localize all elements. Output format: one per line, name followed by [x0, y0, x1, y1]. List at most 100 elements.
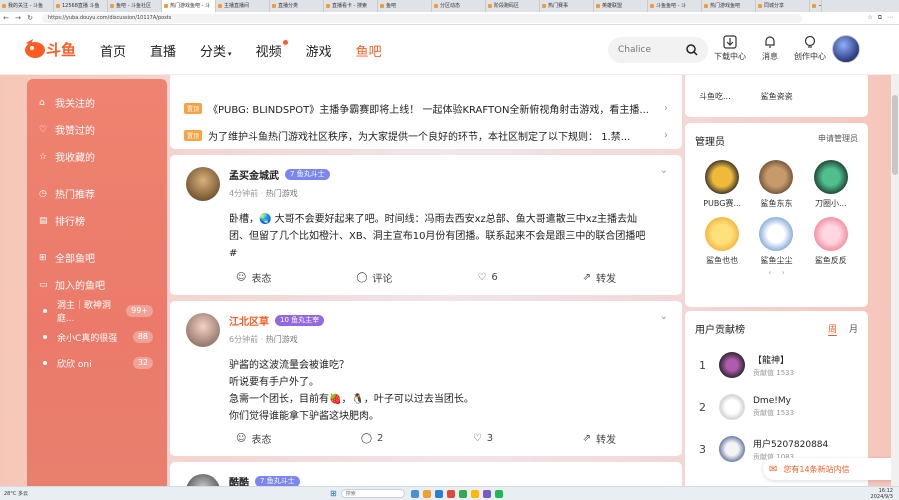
nav-category[interactable]: 分类 ▾	[200, 41, 232, 60]
messages-button[interactable]: 消息	[754, 35, 786, 62]
app-icon[interactable]	[470, 489, 479, 498]
weather-widget[interactable]: 28°C 多云	[0, 490, 80, 497]
system-tray[interactable]: 16:12 2024/9/3	[871, 488, 899, 500]
joined-club-item[interactable]: 余小C真的很强 88	[27, 324, 167, 350]
browser-tab[interactable]: 我的关注 - 斗鱼	[0, 0, 54, 12]
avatar[interactable]	[186, 313, 220, 347]
app-icon[interactable]	[458, 489, 467, 498]
nav-live[interactable]: 直播	[150, 41, 176, 60]
like-button[interactable]: ♡ 6	[477, 270, 497, 285]
user-avatar[interactable]	[832, 35, 860, 63]
browser-tab[interactable]: 阶段跑码区	[486, 0, 540, 12]
back-icon[interactable]: ←	[0, 14, 12, 22]
forward-icon[interactable]: →	[12, 14, 24, 22]
club-member[interactable]: 鲨鱼瓷瓷	[761, 91, 793, 102]
nav-home[interactable]: 首页	[100, 41, 126, 60]
comment-button[interactable]: ◯ 2	[361, 431, 384, 446]
rank-row[interactable]: 1 【龍神】 贡献值 1533	[695, 344, 858, 386]
browser-tab[interactable]: 英雄联盟	[594, 0, 648, 12]
browser-tab[interactable]: 鱼吧 - 斗鱼社区	[108, 0, 162, 12]
browser-tab[interactable]: 12568直播 斗鱼	[54, 0, 108, 12]
browser-tab[interactable]: 同城分享	[756, 0, 810, 12]
club-member[interactable]: 斗鱼吃...	[699, 91, 731, 102]
post-content[interactable]: 卧槽，🌏 大哥不会要好起来了吧。时间线：冯雨去西安xz总部、鱼大哥遣散三中xz主…	[229, 211, 668, 262]
creator-center-button[interactable]: 创作中心	[794, 35, 826, 62]
sidebar-item-all-clubs[interactable]: ⊞ 全部鱼吧	[27, 244, 167, 271]
tab-month[interactable]: 月	[849, 322, 858, 335]
sidebar-item-hot[interactable]: ◷ 热门推荐	[27, 180, 167, 207]
admin-item[interactable]: 鲨鱼东东	[749, 160, 803, 209]
post-content[interactable]: 驴酱的这波流量会被谁吃？ 听说要有手户外了。 急需一个团长，目前有🍓，🐧，叶子可…	[229, 357, 668, 425]
browser-tab[interactable]: 主播直播间	[216, 0, 270, 12]
admin-item[interactable]: 鲨鱼也也	[695, 217, 749, 266]
browser-tab[interactable]: 直播看卡 - 搜索	[324, 0, 378, 12]
react-button[interactable]: ☺ 表态	[236, 270, 271, 285]
username[interactable]: 江北区草	[229, 313, 269, 328]
rank-row[interactable]: 2 Dme!My 贡献值 1533	[695, 386, 858, 428]
menu-icon[interactable]: ⋯	[887, 14, 893, 22]
joined-club-item[interactable]: 洞主｜歌神洞庭... 99+	[27, 298, 167, 324]
browser-tab[interactable]: 分区动态	[432, 0, 486, 12]
apply-admin-link[interactable]: 申请管理员	[818, 133, 858, 148]
sidebar-item-following[interactable]: ⌂ 我关注的	[27, 89, 167, 116]
tab-week[interactable]: 周	[827, 322, 837, 336]
sidebar-item-liked[interactable]: ♡ 我赞过的	[27, 116, 167, 143]
joined-club-item[interactable]: 欣欣 oni 32	[27, 350, 167, 376]
new-message-notice[interactable]: ✉ 您有14条新站内信	[763, 458, 899, 480]
search-icon[interactable]	[686, 44, 698, 56]
post-section[interactable]: 热门游戏	[266, 335, 298, 344]
post-card[interactable]: 酷酷 7 鱼丸斗士	[170, 462, 682, 486]
post-card[interactable]: ⌄ 江北区草 10 鱼丸主宰 6分钟前 · 热门游戏 驴酱的这波流量会被谁吃？ 听…	[170, 301, 682, 456]
admin-item[interactable]: PUBG赛...	[695, 160, 749, 209]
app-icon[interactable]	[434, 489, 443, 498]
app-icon[interactable]	[494, 489, 503, 498]
scrollbar[interactable]	[891, 75, 899, 486]
chevron-left-icon[interactable]: ‹	[768, 268, 771, 277]
app-icon[interactable]	[446, 489, 455, 498]
new-tab-button[interactable]: +	[810, 0, 822, 12]
share-button[interactable]: ⇗ 转发	[583, 431, 616, 446]
nav-video[interactable]: 视频	[256, 40, 288, 60]
taskbar-search[interactable]: 搜索	[340, 489, 405, 498]
pinned-notice[interactable]: 置顶 《PUBG: BLINDSPOT》主播争霸赛即将上线！ 一起体验KRAFTO…	[184, 95, 668, 122]
browser-tab[interactable]: 斗鱼鱼吧 - 斗	[648, 0, 702, 12]
douyu-logo[interactable]: 斗鱼	[24, 37, 84, 61]
sidebar-item-ranking[interactable]: ▤ 排行榜	[27, 207, 167, 234]
username[interactable]: 孟买金城武	[229, 167, 279, 182]
nav-game[interactable]: 游戏	[306, 41, 332, 60]
app-icon[interactable]	[410, 489, 419, 498]
browser-tab[interactable]: 热门赛事	[540, 0, 594, 12]
download-center-button[interactable]: 下载中心	[714, 35, 746, 62]
browser-tab[interactable]: 鱼吧	[378, 0, 432, 12]
sidebar-item-joined-clubs[interactable]: ▭ 加入的鱼吧	[27, 271, 167, 298]
admin-item[interactable]: 鲨鱼反反	[804, 217, 858, 266]
post-card[interactable]: ⌄ 孟买金城武 7 鱼丸斗士 4分钟前 · 热门游戏 卧槽，🌏 大哥不会要好起来了…	[170, 155, 682, 295]
extensions-icon[interactable]: ⧉	[878, 14, 882, 22]
star-icon[interactable]: ☆	[867, 14, 872, 22]
browser-tab[interactable]: 直播分类	[270, 0, 324, 12]
browser-tab-active[interactable]: 热门游戏鱼吧 - 斗	[162, 0, 216, 12]
chevron-down-icon[interactable]: ⌄	[660, 311, 668, 322]
admin-item[interactable]: 鲨鱼尘尘	[749, 217, 803, 266]
search-input[interactable]	[618, 45, 682, 55]
app-icon[interactable]	[482, 489, 491, 498]
avatar[interactable]	[186, 167, 220, 201]
comment-button[interactable]: ◯ 评论	[356, 270, 392, 285]
browser-tab[interactable]: 热门游戏鱼吧	[702, 0, 756, 12]
app-icon[interactable]	[422, 489, 431, 498]
url-field[interactable]: https://yuba.douyu.com/discussion/10117A…	[42, 13, 802, 23]
react-button[interactable]: ☺ 表态	[236, 431, 271, 446]
username[interactable]: 酷酷	[229, 474, 249, 486]
nav-yuba[interactable]: 鱼吧	[356, 41, 382, 60]
admin-item[interactable]: 刀圈小...	[804, 160, 858, 209]
post-section[interactable]: 热门游戏	[266, 189, 298, 198]
like-button[interactable]: ♡ 3	[473, 431, 493, 446]
scrollbar-thumb[interactable]	[892, 95, 898, 175]
chevron-right-icon[interactable]: ›	[782, 268, 785, 277]
share-button[interactable]: ⇗ 转发	[583, 270, 616, 285]
sidebar-item-favorites[interactable]: ☆ 我收藏的	[27, 143, 167, 170]
chevron-down-icon[interactable]: ⌄	[660, 165, 668, 176]
pinned-notice[interactable]: 置顶 为了维护斗鱼热门游戏社区秩序，为大家提供一个良好的环节，本社区制定了以下规则…	[184, 122, 668, 149]
windows-start-icon[interactable]: ⊞	[330, 489, 337, 498]
avatar[interactable]	[186, 474, 220, 486]
